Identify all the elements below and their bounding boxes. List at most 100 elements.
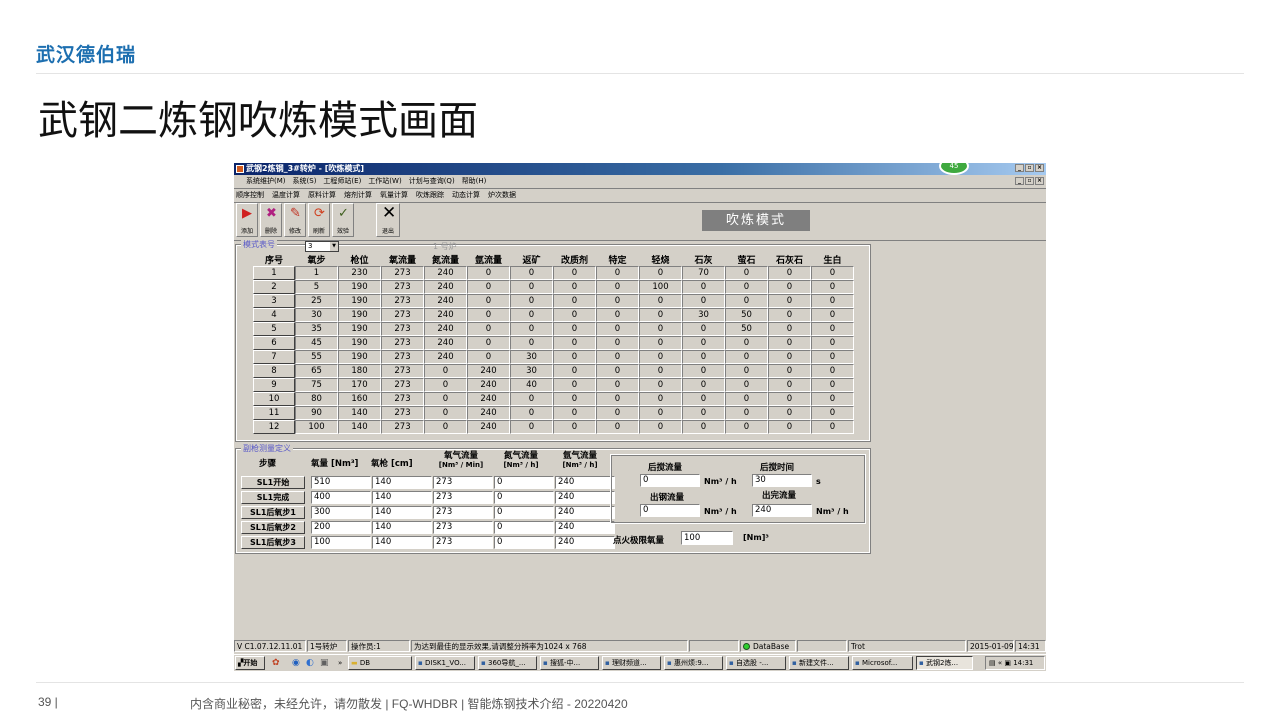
field-oxygen[interactable]: 300 [311,506,371,519]
field-n2[interactable]: 0 [494,536,554,549]
menu-item-2[interactable]: 工程师站(E) [323,176,361,187]
field-o2[interactable]: 273 [433,491,493,504]
field-ar[interactable]: 240 [555,476,615,489]
table-cell[interactable]: 0 [682,392,725,406]
table-cell[interactable]: 75 [295,378,338,392]
row-number[interactable]: 9 [253,378,295,392]
table-cell[interactable]: 0 [510,392,553,406]
row-number[interactable]: 5 [253,322,295,336]
table-cell[interactable]: 0 [467,280,510,294]
row-number[interactable]: 2 [253,280,295,294]
table-cell[interactable]: 0 [596,350,639,364]
quicklaunch-media-icon[interactable]: ◐ [306,656,314,670]
chevron-down-icon[interactable]: ▼ [330,242,338,251]
taskbar-folder[interactable]: ▬ DB [348,656,412,670]
table-cell[interactable]: 0 [639,336,682,350]
taskbar-item-7[interactable]: ▪ Microsof... [852,656,913,670]
table-row[interactable]: 6 45 190 273 240 0 0 0 0 0 0 0 0 0 [253,336,854,350]
field-n2[interactable]: 0 [494,491,554,504]
taskbar-item-8[interactable]: ▪ 武钢2炼... [916,656,973,670]
table-row[interactable]: 10 80 160 273 0 240 0 0 0 0 0 0 0 0 [253,392,854,406]
table-cell[interactable]: 25 [295,294,338,308]
field-ar[interactable]: 240 [555,506,615,519]
nav-item-2[interactable]: 原料计算 [308,190,336,201]
table-cell[interactable]: 170 [338,378,381,392]
table-cell[interactable]: 0 [467,336,510,350]
table-cell[interactable]: 0 [639,308,682,322]
field-oxygen[interactable]: 100 [311,536,371,549]
child-restore-button[interactable]: ▫ [1025,177,1034,185]
stir-flow-input[interactable]: 0 [640,474,700,487]
taskbar-item-2[interactable]: ▪ 搜狐-中... [540,656,599,670]
table-cell[interactable]: 273 [381,308,424,322]
table-cell[interactable]: 273 [381,406,424,420]
table-cell[interactable]: 0 [467,266,510,280]
taskbar-item-3[interactable]: ▪ 理财频道... [602,656,661,670]
table-cell[interactable]: 190 [338,322,381,336]
mode-select[interactable]: 3 ▼ [305,241,339,252]
table-cell[interactable]: 0 [596,406,639,420]
table-cell[interactable]: 0 [639,378,682,392]
table-cell[interactable]: 0 [467,308,510,322]
table-cell[interactable]: 55 [295,350,338,364]
table-cell[interactable]: 0 [639,406,682,420]
table-cell[interactable]: 0 [725,392,768,406]
minimize-button[interactable]: _ [1015,164,1024,172]
table-cell[interactable]: 0 [682,322,725,336]
table-cell[interactable]: 0 [682,350,725,364]
table-cell[interactable]: 230 [338,266,381,280]
field-n2[interactable]: 0 [494,476,554,489]
table-cell[interactable]: 0 [553,294,596,308]
row-number[interactable]: 3 [253,294,295,308]
table-cell[interactable]: 273 [381,266,424,280]
table-cell[interactable]: 0 [768,364,811,378]
table-cell[interactable]: 0 [510,266,553,280]
table-cell[interactable]: 273 [381,294,424,308]
step-button[interactable]: SL1后氧步1 [241,506,305,519]
table-cell[interactable]: 0 [811,266,854,280]
table-row[interactable]: 3 25 190 273 240 0 0 0 0 0 0 0 0 0 [253,294,854,308]
row-number[interactable]: 1 [253,266,295,280]
table-cell[interactable]: 0 [510,294,553,308]
table-cell[interactable]: 240 [424,336,467,350]
taskbar-item-1[interactable]: ▪ 360导航_... [478,656,537,670]
table-cell[interactable]: 0 [596,294,639,308]
table-cell[interactable]: 190 [338,294,381,308]
table-cell[interactable]: 0 [811,322,854,336]
row-number[interactable]: 10 [253,392,295,406]
table-cell[interactable]: 0 [424,364,467,378]
step-button[interactable]: SL1后氧步2 [241,521,305,534]
table-cell[interactable]: 0 [467,350,510,364]
table-cell[interactable]: 0 [725,364,768,378]
menu-item-0[interactable]: 系统维护(M) [246,176,286,187]
table-cell[interactable]: 0 [682,420,725,434]
nav-item-0[interactable]: 顺序控制 [236,190,264,201]
table-cell[interactable]: 0 [424,392,467,406]
table-cell[interactable]: 45 [295,336,338,350]
menu-item-5[interactable]: 帮助(H) [462,176,487,187]
table-cell[interactable]: 0 [510,308,553,322]
row-number[interactable]: 12 [253,420,295,434]
exit-button[interactable]: ✕ 退出 [376,203,400,237]
finish-flow-input[interactable]: 240 [752,504,812,517]
table-cell[interactable]: 0 [510,322,553,336]
table-cell[interactable]: 35 [295,322,338,336]
field-n2[interactable]: 0 [494,506,554,519]
field-ar[interactable]: 240 [555,536,615,549]
table-cell[interactable]: 0 [467,322,510,336]
table-cell[interactable]: 140 [338,406,381,420]
start-button[interactable]: ▞开始 [235,656,265,670]
table-cell[interactable]: 273 [381,420,424,434]
table-cell[interactable]: 240 [467,378,510,392]
field-oxygen[interactable]: 400 [311,491,371,504]
table-cell[interactable]: 0 [639,322,682,336]
table-cell[interactable]: 0 [596,280,639,294]
field-o2[interactable]: 273 [433,536,493,549]
table-cell[interactable]: 0 [725,336,768,350]
table-cell[interactable]: 0 [682,406,725,420]
row-number[interactable]: 7 [253,350,295,364]
table-cell[interactable]: 0 [682,364,725,378]
table-cell[interactable]: 100 [295,420,338,434]
table-cell[interactable]: 240 [467,406,510,420]
table-cell[interactable]: 0 [553,336,596,350]
